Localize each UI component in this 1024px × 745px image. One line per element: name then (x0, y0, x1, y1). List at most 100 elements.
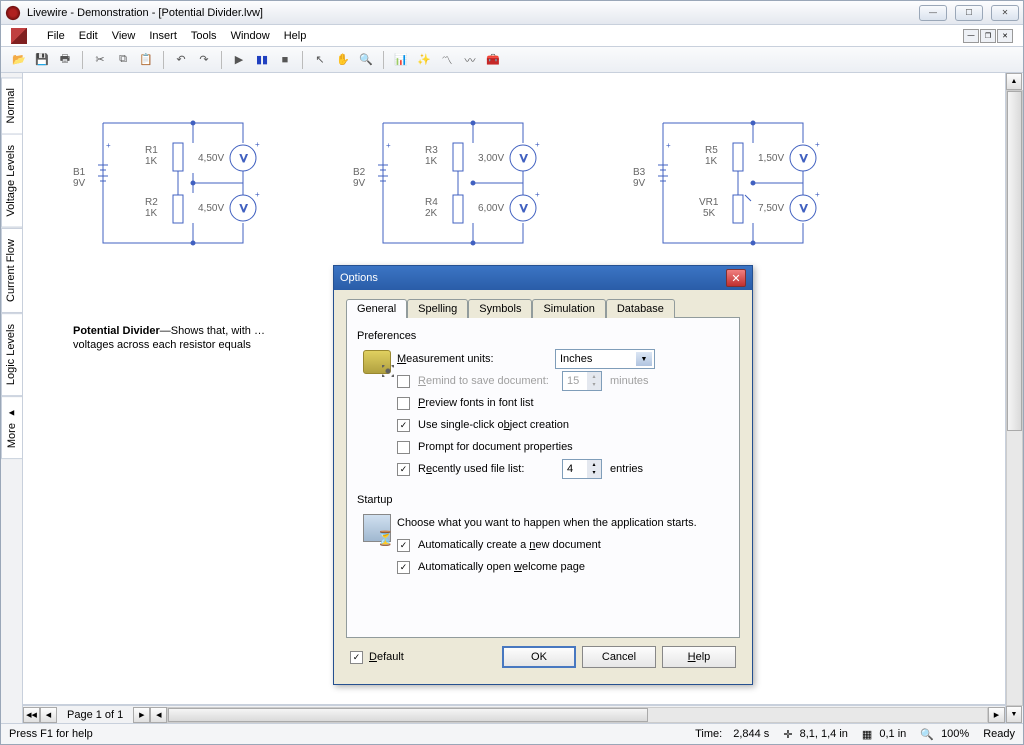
auto-welcome-label: Automatically open welcome page (418, 561, 585, 573)
tab-database[interactable]: Database (606, 299, 675, 318)
tab-simulation[interactable]: Simulation (532, 299, 605, 318)
startup-label: Startup (357, 494, 729, 506)
menu-window[interactable]: Window (231, 28, 270, 44)
tab-symbols[interactable]: Symbols (468, 299, 532, 318)
dialog-title: Options (340, 272, 378, 284)
hand-icon[interactable]: ✋ (333, 50, 353, 70)
circuit-1: V V + + + B1 9V R1 1 (73, 103, 273, 293)
play-icon[interactable]: ▶ (229, 50, 249, 70)
scroll-down-icon[interactable]: ▼ (1006, 706, 1022, 723)
tab-current-flow[interactable]: Current Flow (1, 228, 22, 313)
window-title: Livewire - Demonstration - [Potential Di… (27, 7, 919, 19)
pause-icon[interactable]: ▮▮ (252, 50, 272, 70)
default-label: Default (369, 651, 404, 663)
remind-label: Remind to save document: (418, 375, 554, 387)
print-icon[interactable]: 🖶 (55, 50, 75, 70)
menu-view[interactable]: View (112, 28, 136, 44)
help-button[interactable]: Help (662, 646, 736, 668)
scroll-left-icon[interactable]: ◀ (150, 707, 167, 723)
dialog-tabs: General Spelling Symbols Simulation Data… (346, 298, 740, 318)
cancel-button[interactable]: Cancel (582, 646, 656, 668)
default-checkbox[interactable]: ✓ (350, 651, 363, 664)
titlebar: Livewire - Demonstration - [Potential Di… (1, 1, 1023, 25)
measurement-select[interactable]: Inches (555, 349, 655, 369)
mdi-restore[interactable]: ❐ (980, 29, 996, 43)
preferences-icon (363, 350, 391, 374)
page-next-icon[interactable]: ▶ (133, 707, 150, 723)
document-icon (11, 28, 27, 44)
status-coords: ✛ 8,1, 1,4 in (783, 728, 848, 741)
tab-more[interactable]: More ▸ (1, 396, 22, 459)
zoom-icon[interactable]: 🔍 (356, 50, 376, 70)
svg-text:V: V (240, 153, 248, 165)
remind-unit: minutes (610, 375, 649, 387)
svg-text:V: V (520, 153, 528, 165)
close-button[interactable]: ✕ (991, 5, 1019, 21)
singleclick-label: Use single-click object creation (418, 419, 569, 431)
status-grid: ▦ 0,1 in (862, 728, 906, 741)
menu-insert[interactable]: Insert (149, 28, 177, 44)
tab-logic-levels[interactable]: Logic Levels (1, 313, 22, 396)
recent-label: Recently used file list: (418, 463, 554, 475)
svg-text:V: V (800, 203, 808, 215)
auto-new-label: Automatically create a new document (418, 539, 601, 551)
vertical-scrollbar[interactable]: ▲ ▼ (1005, 73, 1023, 723)
measurement-label: Measurement units: (397, 353, 547, 365)
toolbox-icon[interactable]: 🧰 (483, 50, 503, 70)
remind-checkbox (397, 375, 410, 388)
svg-text:V: V (800, 153, 808, 165)
vscroll-thumb[interactable] (1007, 91, 1022, 431)
singleclick-checkbox[interactable]: ✓ (397, 419, 410, 432)
chart-icon[interactable]: 📊 (391, 50, 411, 70)
tab-voltage-levels[interactable]: Voltage Levels (1, 134, 22, 228)
page-first-icon[interactable]: ◀◀ (23, 707, 40, 723)
preferences-label: Preferences (357, 330, 729, 342)
scroll-up-icon[interactable]: ▲ (1006, 73, 1022, 90)
open-icon[interactable]: 📂 (9, 50, 29, 70)
stop-icon[interactable]: ■ (275, 50, 295, 70)
ok-button[interactable]: OK (502, 646, 576, 668)
minimize-button[interactable]: — (919, 5, 947, 21)
status-ready: Ready (983, 728, 1015, 740)
tab-spelling[interactable]: Spelling (407, 299, 468, 318)
hscroll-thumb[interactable] (168, 708, 648, 722)
dialog-close-button[interactable]: ✕ (726, 269, 746, 287)
cut-icon[interactable]: ✂ (90, 50, 110, 70)
tab-normal[interactable]: Normal (1, 77, 22, 134)
mdi-close[interactable]: ✕ (997, 29, 1013, 43)
recent-spinner[interactable]: 4 (562, 459, 602, 479)
menu-edit[interactable]: Edit (79, 28, 98, 44)
prompt-checkbox[interactable] (397, 441, 410, 454)
mdi-minimize[interactable]: — (963, 29, 979, 43)
preview-label: Preview fonts in font list (418, 397, 568, 409)
options-dialog: Options ✕ General Spelling Symbols Simul… (333, 265, 753, 685)
undo-icon[interactable]: ↶ (171, 50, 191, 70)
save-icon[interactable]: 💾 (32, 50, 52, 70)
auto-new-checkbox[interactable]: ✓ (397, 539, 410, 552)
horizontal-scrollbar[interactable]: ◀◀ ◀ Page 1 of 1 ▶ ◀ ▶ (23, 705, 1005, 723)
dialog-titlebar[interactable]: Options ✕ (334, 266, 752, 290)
scroll-right-icon[interactable]: ▶ (988, 707, 1005, 723)
page-prev-icon[interactable]: ◀ (40, 707, 57, 723)
prompt-label: Prompt for document properties (418, 441, 573, 453)
preview-checkbox[interactable] (397, 397, 410, 410)
status-help: Press F1 for help (9, 728, 93, 740)
menu-help[interactable]: Help (284, 28, 307, 44)
tab-general[interactable]: General (346, 299, 407, 318)
menu-tools[interactable]: Tools (191, 28, 217, 44)
recent-checkbox[interactable]: ✓ (397, 463, 410, 476)
redo-icon[interactable]: ↷ (194, 50, 214, 70)
maximize-button[interactable]: ☐ (955, 5, 983, 21)
auto-welcome-checkbox[interactable]: ✓ (397, 561, 410, 574)
copy-icon[interactable]: ⧉ (113, 50, 133, 70)
menu-file[interactable]: File (47, 28, 65, 44)
status-time: Time: 2,844 s (695, 728, 769, 740)
paste-icon[interactable]: 📋 (136, 50, 156, 70)
graph1-icon[interactable]: 〽 (437, 50, 457, 70)
app-icon (5, 5, 21, 21)
side-tabs: Normal Voltage Levels Current Flow Logic… (1, 73, 23, 723)
wizard-icon[interactable]: ✨ (414, 50, 434, 70)
pointer-icon[interactable]: ↖ (310, 50, 330, 70)
graph2-icon[interactable]: 〰 (460, 50, 480, 70)
menubar: File Edit View Insert Tools Window Help … (1, 25, 1023, 47)
